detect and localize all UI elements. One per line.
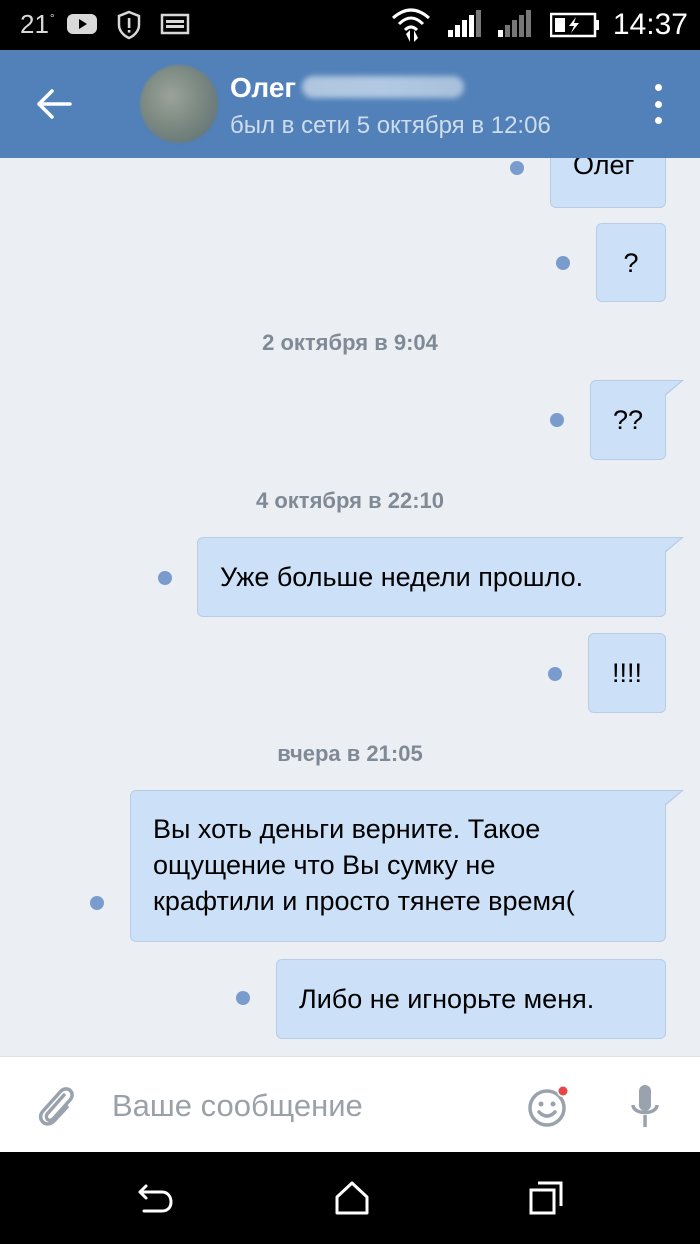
date-separator: 2 октября в 9:04 — [262, 330, 438, 355]
unread-indicator — [510, 161, 524, 175]
unread-indicator — [550, 413, 564, 427]
message-text: ?? — [612, 405, 644, 435]
unread-indicator — [556, 256, 570, 270]
message-bubble[interactable]: Либо не игнорьте меня. — [276, 959, 666, 1039]
message-input[interactable] — [112, 1083, 502, 1129]
message-list[interactable]: Олег ? 2 октября в 9:04 ?? 4 октября в 2… — [0, 158, 700, 1056]
date-separator: вчера в 21:05 — [277, 741, 423, 766]
paperclip-icon[interactable] — [34, 1083, 78, 1129]
signal-strength-icon — [448, 10, 481, 37]
chat-header: Олег был в сети 5 октября в 12:06 — [0, 50, 700, 158]
unread-indicator — [548, 667, 562, 681]
message-text: Олег — [573, 158, 635, 180]
message-bubble[interactable]: Уже больше недели прошло. — [197, 537, 684, 617]
message-bubble[interactable]: ?? — [590, 380, 684, 460]
last-seen-status: был в сети 5 октября в 12:06 — [230, 112, 551, 139]
youtube-icon — [67, 14, 97, 34]
unread-indicator — [158, 571, 172, 585]
message-bubble[interactable]: Вы хоть деньги верните. Такое ощущение ч… — [130, 790, 684, 942]
message-text: Вы хоть деньги верните. Такое ощущение ч… — [153, 814, 575, 916]
more-vertical-icon — [654, 84, 662, 91]
arrow-left-icon — [37, 89, 72, 119]
back-button[interactable] — [28, 80, 80, 128]
unread-indicator — [236, 991, 250, 1005]
temperature-indicator: 21° — [20, 9, 55, 39]
nav-home-icon[interactable] — [332, 1180, 372, 1216]
message-bubble[interactable]: ? — [596, 223, 666, 302]
unread-indicator — [90, 896, 104, 910]
smile-icon[interactable] — [526, 1085, 570, 1129]
contact-name[interactable]: Олег — [230, 72, 296, 104]
message-text: Уже больше недели прошло. — [220, 562, 584, 592]
avatar[interactable] — [140, 65, 218, 143]
more-options-button[interactable] — [646, 84, 670, 124]
status-bar: 21° 14:37 — [0, 0, 700, 50]
message-bubble[interactable]: Олег — [550, 158, 666, 208]
clock: 14:37 — [612, 8, 688, 41]
notification-dot — [558, 1086, 568, 1096]
battery-charging-icon — [550, 12, 599, 38]
redacted-surname — [302, 76, 464, 98]
message-text: Либо не игнорьте меня. — [299, 984, 595, 1014]
message-composer — [0, 1056, 700, 1152]
shield-alert-icon — [117, 10, 141, 40]
nav-back-icon[interactable] — [136, 1180, 176, 1216]
nav-recents-icon[interactable] — [526, 1180, 566, 1216]
gallery-notification-icon — [160, 13, 190, 35]
wifi-icon — [392, 8, 430, 42]
system-navigation-bar — [0, 1152, 700, 1244]
microphone-icon[interactable] — [628, 1083, 662, 1131]
message-text: !!!! — [611, 658, 642, 688]
message-bubble[interactable]: !!!! — [588, 633, 666, 713]
date-separator: 4 октября в 22:10 — [256, 488, 444, 513]
message-text: ? — [623, 247, 639, 278]
signal-strength-sim2-icon — [498, 10, 531, 37]
